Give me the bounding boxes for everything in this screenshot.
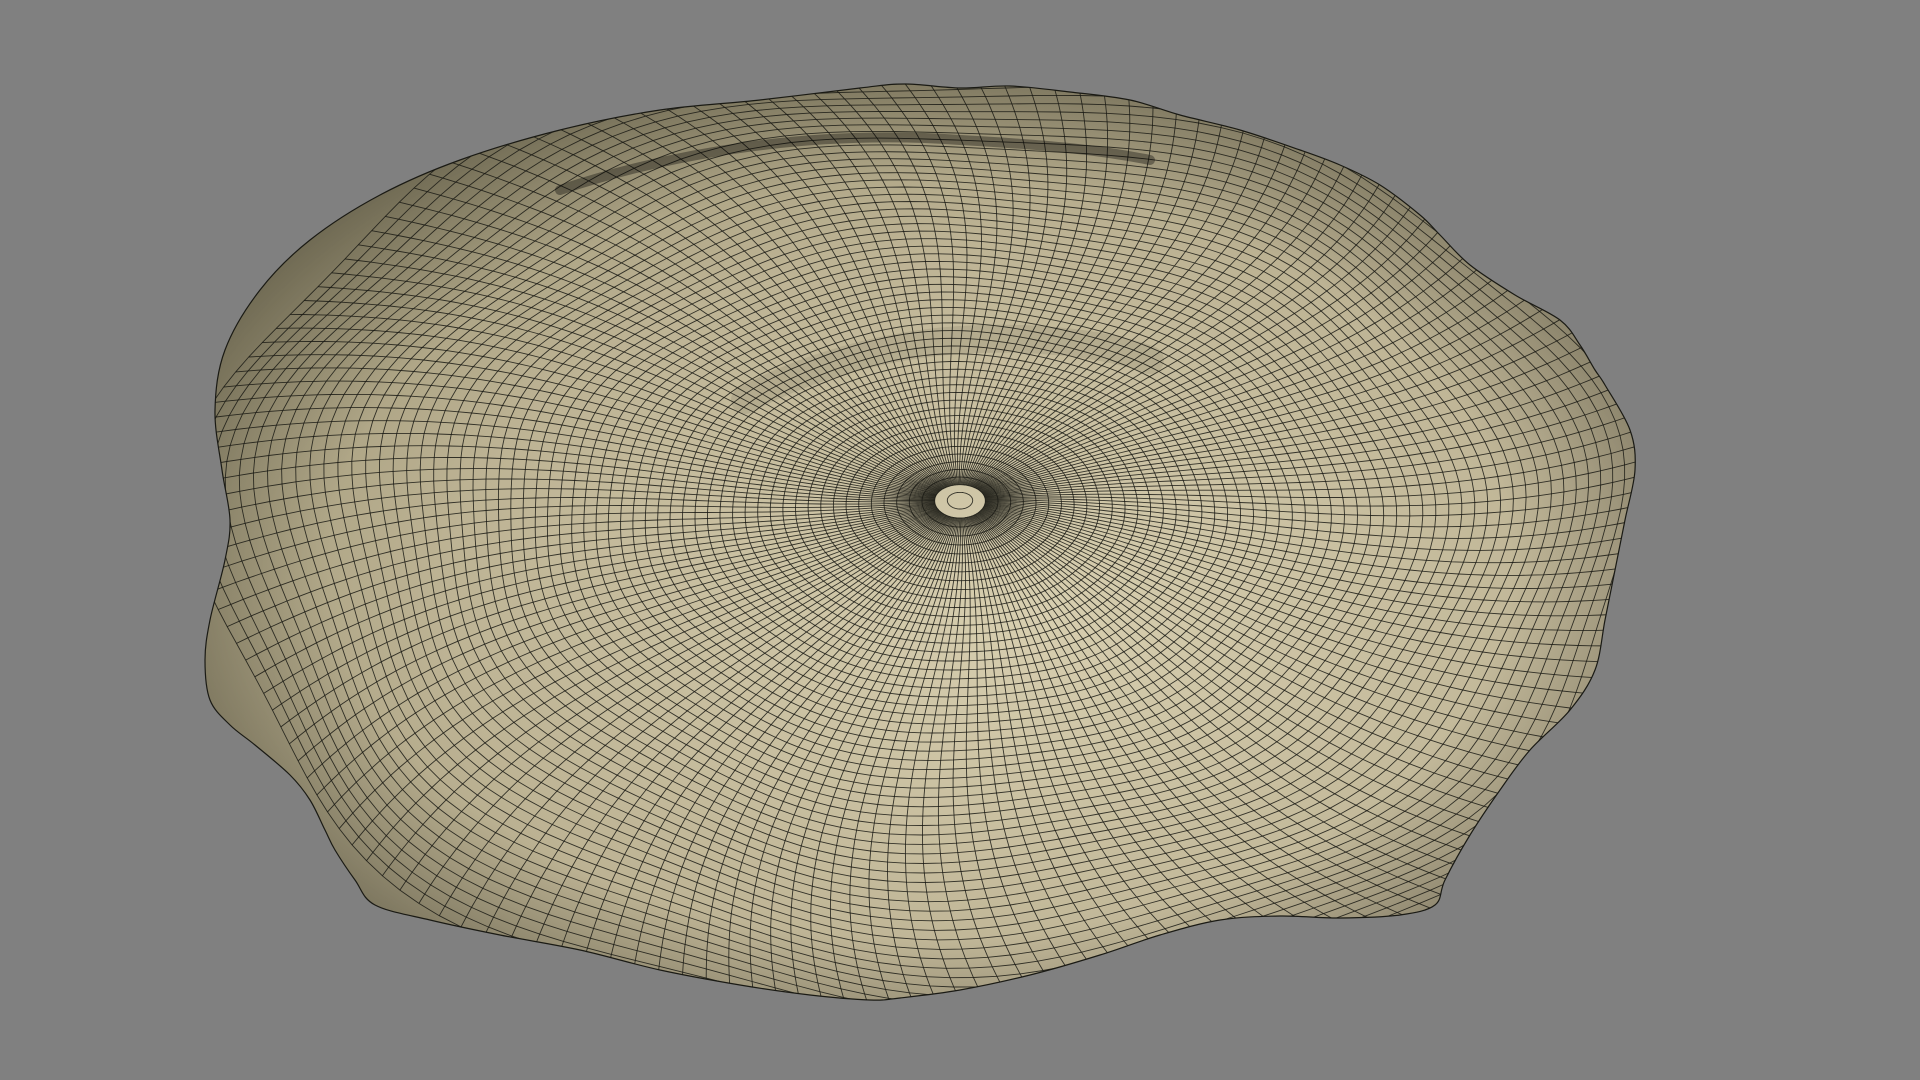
mesh-render[interactable] (0, 0, 1920, 1080)
3d-viewport[interactable] (0, 0, 1920, 1080)
